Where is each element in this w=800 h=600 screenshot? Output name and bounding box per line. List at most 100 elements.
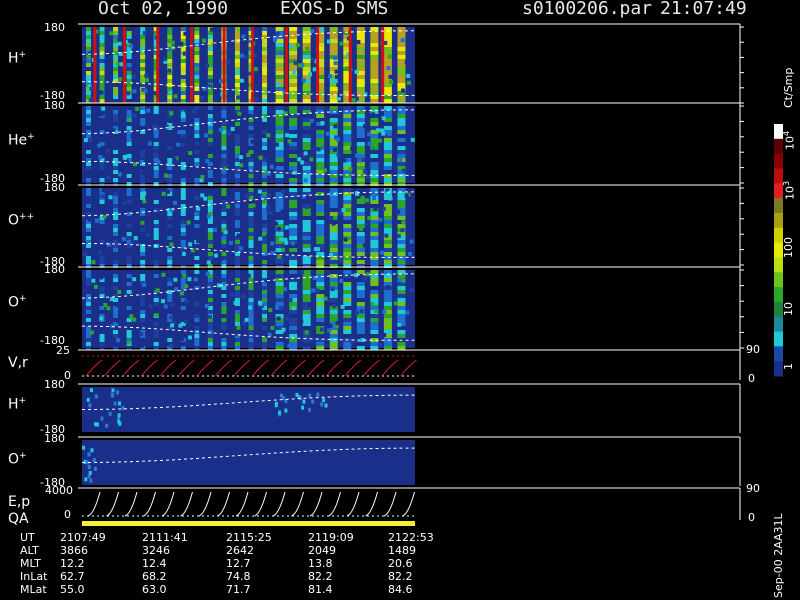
spectro-cell <box>248 310 254 314</box>
spectro-cell <box>373 117 378 122</box>
panel-label-o-plusplus: O++ <box>8 212 35 229</box>
lower-spectro-cell <box>113 401 117 406</box>
spectro-cell <box>385 285 390 290</box>
vr-curve <box>289 359 306 377</box>
h-plus-red-band <box>348 27 352 103</box>
spectro-cell <box>99 256 105 260</box>
spectro-cell <box>356 337 361 342</box>
spectro-cell <box>86 118 91 122</box>
footer-value: 2107:49 <box>60 531 106 544</box>
spectro-cell <box>288 297 293 302</box>
spectro-cell <box>289 134 298 138</box>
spectro-cell <box>221 342 227 346</box>
spectro-cell <box>289 286 298 290</box>
spectro-cell <box>86 196 91 200</box>
spectro-cell <box>262 75 268 79</box>
spectro-cell <box>207 71 213 75</box>
spectro-cell <box>140 178 146 182</box>
spectro-cell <box>316 310 325 314</box>
spectro-cell <box>236 95 241 100</box>
spectro-cell <box>113 240 119 244</box>
spectro-cell <box>356 130 365 134</box>
spectro-cell <box>397 106 406 110</box>
spectro-cell <box>183 31 188 36</box>
spectro-cell <box>234 290 240 294</box>
footer-value: 62.7 <box>60 570 85 583</box>
spectro-cell <box>356 87 365 91</box>
spectro-cell <box>175 142 180 147</box>
spectro-cell <box>262 153 267 158</box>
spectro-cell <box>262 337 267 342</box>
spectro-cell <box>370 216 379 220</box>
spectro-cell <box>153 318 159 322</box>
spectro-cell <box>126 220 132 224</box>
spectro-cell <box>289 318 298 322</box>
spectro-cell <box>194 71 200 75</box>
spectro-cell <box>180 87 186 91</box>
spectro-cell <box>316 147 321 152</box>
spectro-cell <box>383 256 392 260</box>
lower-spectro-cell <box>86 397 90 402</box>
spectro-cell <box>234 224 240 228</box>
spectro-cell <box>113 138 119 142</box>
spectro-cell <box>140 256 146 260</box>
spectro-cell <box>387 54 392 59</box>
spectro-cell <box>180 291 185 296</box>
spectro-cell <box>194 31 200 35</box>
spectro-cell <box>248 208 254 212</box>
spectro-cell <box>149 170 154 175</box>
spectro-cell <box>289 67 298 71</box>
spectro-cell <box>234 170 240 174</box>
spectro-cell <box>248 314 254 318</box>
spectro-cell <box>289 192 298 196</box>
spectro-cell <box>234 270 240 274</box>
spectro-cell <box>182 273 187 278</box>
spectro-cell <box>275 270 284 274</box>
spectro-cell <box>329 196 338 200</box>
spectro-cell <box>370 236 379 240</box>
spectro-cell <box>167 228 173 232</box>
spectro-cell <box>207 252 213 256</box>
spectro-cell <box>207 240 213 244</box>
spectro-cell <box>316 126 325 130</box>
spectro-cell <box>234 47 240 51</box>
spectro-cell <box>397 63 406 67</box>
spectro-cell <box>343 204 352 208</box>
spectro-cell <box>86 146 91 150</box>
spectro-cell <box>221 192 227 196</box>
spectro-cell <box>289 204 298 208</box>
spectro-cell <box>343 252 352 256</box>
spectro-cell <box>126 178 132 182</box>
spectro-cell <box>262 35 268 39</box>
spectro-cell <box>356 294 365 298</box>
spectro-cell <box>405 310 410 315</box>
spectro-cell <box>356 150 365 154</box>
spectro-cell <box>194 134 200 138</box>
spectro-cell <box>126 122 132 126</box>
spectro-cell <box>117 172 122 177</box>
spectro-cell <box>234 31 240 35</box>
spectro-cell <box>240 27 245 32</box>
spectro-cell <box>332 303 337 308</box>
spectro-cell <box>179 336 184 341</box>
spectro-cell <box>343 192 352 196</box>
lower-spectro-cell <box>311 399 315 404</box>
spectro-cell <box>194 314 200 318</box>
vr-curve <box>233 359 251 377</box>
spectro-cell <box>98 250 103 255</box>
spectro-cell <box>99 174 105 178</box>
spectro-cell <box>153 270 159 274</box>
spectro-cell <box>275 138 284 142</box>
colorbar-label-1e4: 104 <box>782 130 797 150</box>
spectro-cell <box>167 134 173 138</box>
spectro-cell <box>262 142 268 146</box>
spectro-cell <box>262 212 268 216</box>
spectro-cell <box>167 196 173 200</box>
spectro-cell <box>397 174 406 178</box>
spectro-cell <box>99 178 105 182</box>
vr-curve <box>215 359 232 377</box>
spectro-cell <box>316 220 325 224</box>
spectro-cell <box>86 204 91 208</box>
spectro-cell <box>86 282 91 286</box>
spectro-cell <box>221 196 227 200</box>
